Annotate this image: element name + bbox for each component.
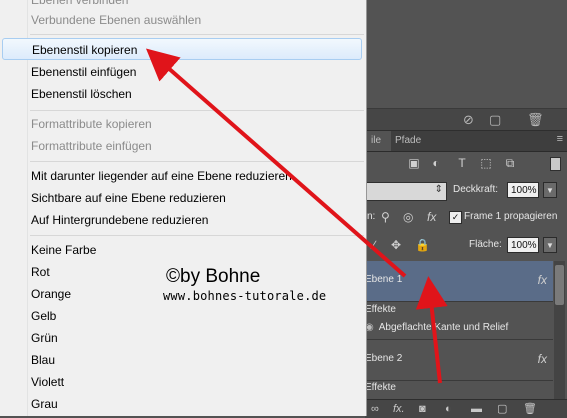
menu-separator xyxy=(30,34,364,35)
menu-item-merge-down[interactable]: Mit darunter liegender auf eine Ebene re… xyxy=(31,165,361,187)
menu-item-color-violet[interactable]: Violett xyxy=(31,371,361,393)
fx-icon[interactable]: fx xyxy=(538,352,547,366)
menu-item-color-none[interactable]: Keine Farbe xyxy=(31,239,361,261)
add-mask-icon[interactable]: ◙ xyxy=(419,402,426,416)
tab-layers[interactable]: ile xyxy=(365,131,391,151)
menu-item-copy-layer-style[interactable]: Ebenenstil kopieren xyxy=(2,38,362,60)
watermark-url: www.bohnes-tutorale.de xyxy=(163,289,327,303)
filter-toggle[interactable] xyxy=(550,157,561,171)
lock-move-icon[interactable]: ✥ xyxy=(391,237,401,253)
menu-item-color-blue[interactable]: Blau xyxy=(31,349,361,371)
scrollbar-thumb[interactable] xyxy=(555,265,564,305)
effect-name: Abgeflachte Kante und Relief xyxy=(378,322,509,333)
trash-icon[interactable]: 🗑 xyxy=(527,112,544,128)
effects-row[interactable]: Effekte xyxy=(365,379,553,397)
layer-name: Ebene 1 xyxy=(365,274,403,285)
effects-row[interactable]: Effekte xyxy=(365,301,553,319)
blend-mode-select[interactable]: ⇕ xyxy=(365,182,447,201)
unify-visibility-icon[interactable]: ◎ xyxy=(403,209,413,225)
menu-item-paste-shape-attributes: Formattribute einfügen xyxy=(31,139,152,153)
unify-label: n: xyxy=(367,211,376,222)
layer-name: Ebene 2 xyxy=(365,353,403,364)
spinner-icon: ⇕ xyxy=(434,184,443,195)
menu-separator xyxy=(30,161,364,162)
effect-row-bevel[interactable]: ◉ Abgeflachte Kante und Relief xyxy=(365,319,553,337)
menu-separator xyxy=(30,235,364,236)
delete-layer-icon[interactable]: 🗑 xyxy=(523,402,537,416)
menu-item-flatten-image[interactable]: Auf Hintergrundebene reduzieren xyxy=(31,209,361,231)
panel-footer-bar: ⊘ ▢ 🗑 xyxy=(365,108,567,131)
text-filter-icon[interactable]: T xyxy=(454,156,470,170)
fill-label: Fläche: xyxy=(469,239,502,250)
layers-scrollbar[interactable] xyxy=(554,261,565,417)
menu-item-color-yellow[interactable]: Gelb xyxy=(31,305,361,327)
layers-bottom-bar: ∞ fx. ◙ ◐ ▬ ▢ 🗑 xyxy=(365,399,567,418)
link-layers-icon[interactable]: ∞ xyxy=(371,402,379,416)
blend-opacity-row: ⇕ Deckkraft: 100% ▼ xyxy=(365,179,567,205)
menu-item-color-green[interactable]: Grün xyxy=(31,327,361,349)
unify-row: n: ⚲ ◎ fx ✓ Frame 1 propagieren xyxy=(365,205,567,231)
unify-position-icon[interactable]: ⚲ xyxy=(381,209,390,225)
fx-icon[interactable]: fx xyxy=(538,273,547,287)
tab-paths[interactable]: Pfade xyxy=(389,131,427,151)
menu-separator xyxy=(30,110,364,111)
fill-field[interactable]: 100% xyxy=(507,237,539,253)
menu-item-merge-visible[interactable]: Sichtbare auf eine Ebene reduzieren xyxy=(31,187,361,209)
image-filter-icon[interactable]: ▣ xyxy=(406,156,422,170)
fill-dropdown-button[interactable]: ▼ xyxy=(543,237,557,253)
menu-item-copy-shape-attributes: Formattribute kopieren xyxy=(31,117,152,131)
unify-style-icon[interactable]: fx xyxy=(427,209,436,225)
smart-object-filter-icon[interactable]: ⧉ xyxy=(502,156,518,170)
lock-fill-row: ∕ ✥ 🔒 Fläche: 100% ▼ xyxy=(365,233,567,259)
new-item-icon[interactable]: ▢ xyxy=(489,112,501,128)
panel-tabs: ile Pfade ≡ xyxy=(365,131,567,152)
propagate-checkbox[interactable]: ✓ xyxy=(449,211,462,224)
effects-label: Effekte xyxy=(365,382,396,393)
watermark-author: ©by Bohne xyxy=(166,266,261,287)
add-style-icon[interactable]: fx. xyxy=(393,402,405,416)
propagate-label: Frame 1 propagieren xyxy=(464,211,558,222)
effects-label: Effekte xyxy=(365,304,396,315)
opacity-dropdown-button[interactable]: ▼ xyxy=(543,182,557,198)
lock-all-icon[interactable]: 🔒 xyxy=(415,237,430,253)
opacity-label: Deckkraft: xyxy=(453,184,499,195)
new-layer-icon[interactable]: ▢ xyxy=(497,402,507,416)
layers-panel: ile Pfade ≡ ▣ ◐ T ⬚ ⧉ ⇕ Deckkraft: 100% … xyxy=(365,130,567,418)
menu-item-paste-layer-style[interactable]: Ebenenstil einfügen xyxy=(31,61,361,83)
panel-menu-icon[interactable]: ≡ xyxy=(557,133,563,145)
adjustment-layer-icon[interactable]: ◐ xyxy=(445,402,452,416)
layer-filter-row: ▣ ◐ T ⬚ ⧉ xyxy=(365,152,567,176)
adjustment-filter-icon[interactable]: ◐ xyxy=(428,156,444,170)
menu-item-select-linked: Verbundene Ebenen auswählen xyxy=(31,13,202,27)
menu-item-clear-layer-style[interactable]: Ebenenstil löschen xyxy=(31,83,361,105)
opacity-field[interactable]: 100% xyxy=(507,182,539,198)
menu-item-color-gray[interactable]: Grau xyxy=(31,393,361,415)
lock-paint-icon[interactable]: ∕ xyxy=(373,237,375,253)
menu-gutter xyxy=(27,0,28,416)
shape-filter-icon[interactable]: ⬚ xyxy=(478,156,494,170)
new-group-icon[interactable]: ▬ xyxy=(471,402,482,416)
no-icon[interactable]: ⊘ xyxy=(463,112,474,128)
context-menu: Ebenen verbinden Verbundene Ebenen auswä… xyxy=(0,0,367,416)
layer-row-ebene-1[interactable]: Ebene 1 fx xyxy=(365,261,553,302)
layer-row-ebene-2[interactable]: Ebene 2 fx xyxy=(365,339,553,381)
photoshop-workspace xyxy=(365,0,567,108)
